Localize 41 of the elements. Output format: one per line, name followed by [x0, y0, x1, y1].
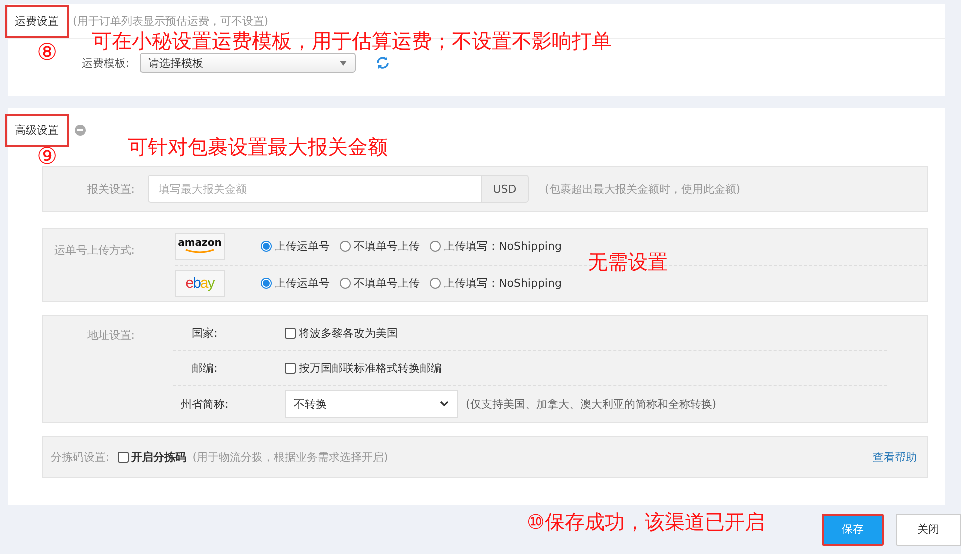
radio-option[interactable]: 上传运单号 — [261, 276, 330, 291]
annotation-note: 可在小秘设置运费模板，用于估算运费；不设置不影响打单 — [92, 29, 612, 53]
radio-option[interactable]: 上传填写：NoShipping — [430, 276, 562, 291]
state-select[interactable]: 不转换 — [285, 390, 458, 418]
refresh-icon[interactable] — [376, 56, 390, 70]
section-hint: (用于订单列表显示预估运费，可不设置) — [73, 14, 269, 28]
annotation-note: 无需设置 — [588, 250, 668, 274]
field-label: 运单号上传方式: — [53, 243, 135, 258]
field-hint: (仅支持美国、加拿大、澳大利亚的简称和全称转换) — [466, 396, 717, 412]
field-label: 运费模板: — [82, 56, 130, 70]
radio-option[interactable]: 不填单号上传 — [340, 239, 420, 254]
amount-input[interactable]: 填写最大报关金额 — [148, 175, 481, 203]
minus-circle-icon[interactable] — [75, 124, 86, 136]
amazon-logo: amazon — [175, 233, 225, 260]
field-label: 国家: — [191, 326, 219, 340]
section-title: 高级设置 — [5, 114, 69, 146]
field-hint: (包裹超出最大报关金额时，使用此金额) — [545, 182, 741, 196]
field-hint: (用于物流分拨，根据业务需求选择开启) — [192, 450, 388, 464]
annotation-note: 可针对包裹设置最大报关金额 — [128, 135, 388, 159]
field-label: 报关设置: — [86, 182, 135, 196]
close-button[interactable]: 关闭 — [896, 514, 961, 546]
section-title: 运费设置 — [5, 4, 69, 38]
chevron-down-icon — [440, 401, 449, 407]
step-marker: ⑧ — [37, 42, 58, 65]
field-label: 州省简称: — [180, 396, 230, 412]
caret-icon — [340, 60, 347, 66]
step-marker: ⑨ — [37, 146, 58, 169]
annotation-note: ⑩保存成功，该渠道已开启 — [527, 510, 765, 534]
help-link[interactable]: 查看帮助 — [873, 450, 917, 464]
checkbox-option[interactable]: 开启分拣码 — [118, 450, 187, 464]
checkbox-option[interactable]: 将波多黎各改为美国 — [285, 326, 398, 340]
field-label: 邮编: — [191, 360, 219, 376]
field-label: 地址设置: — [86, 328, 135, 343]
radio-option[interactable]: 上传运单号 — [261, 239, 330, 254]
template-select[interactable]: 请选择模板 — [140, 53, 356, 73]
radio-option[interactable]: 上传填写：NoShipping — [430, 239, 562, 254]
checkbox-option[interactable]: 按万国邮联标准格式转换邮编 — [285, 360, 442, 376]
unit-addon: USD — [481, 175, 529, 203]
radio-option[interactable]: 不填单号上传 — [340, 276, 420, 291]
ebay-logo: ebay — [175, 270, 225, 297]
field-label: 分拣码设置: — [51, 450, 110, 464]
